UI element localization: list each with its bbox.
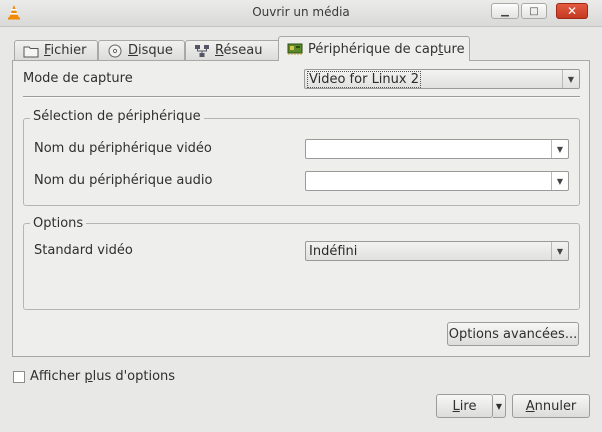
video-device-select[interactable]: ▼: [305, 139, 569, 159]
disc-icon: [108, 44, 122, 57]
title-bar: Ouvrir un média ▁ □ ✕: [0, 0, 602, 27]
video-standard-select[interactable]: Indéfini ▼: [305, 241, 569, 261]
chevron-down-icon: ▼: [495, 401, 503, 411]
minimize-icon: ▁: [501, 5, 509, 17]
play-button-label: Lire: [452, 398, 477, 414]
device-selection-title: Sélection de périphérique: [30, 109, 204, 124]
maximize-icon: □: [529, 5, 539, 17]
options-title: Options: [30, 216, 87, 231]
video-standard-label: Standard vidéo: [34, 243, 133, 258]
video-standard-value: Indéfini: [309, 243, 358, 259]
tab-disc-label: Disque: [128, 43, 173, 58]
capture-mode-label: Mode de capture: [23, 71, 133, 86]
separator: [23, 96, 580, 98]
cancel-button-label: Annuler: [525, 398, 577, 414]
dropdown-arrow-icon: ▼: [551, 172, 568, 190]
advanced-options-button[interactable]: Options avancées...: [447, 322, 579, 346]
capture-card-icon: [287, 43, 303, 55]
dropdown-arrow-icon: ▼: [551, 140, 568, 158]
tab-file[interactable]: Fichier: [14, 40, 98, 60]
minimize-button[interactable]: ▁: [491, 3, 519, 19]
network-icon: [195, 44, 209, 57]
cancel-button[interactable]: Annuler: [512, 394, 590, 418]
more-options-label[interactable]: Afficher plus d'options: [30, 369, 175, 384]
audio-device-label: Nom du périphérique audio: [34, 173, 213, 188]
folder-icon: [23, 46, 39, 57]
tab-network[interactable]: Réseau: [185, 40, 287, 60]
close-icon: ✕: [566, 4, 578, 18]
tab-capture-device-label: Périphérique de capture: [308, 41, 465, 57]
play-button[interactable]: Lire: [436, 394, 493, 418]
capture-mode-select[interactable]: Video for Linux 2 ▼: [304, 69, 580, 89]
audio-device-select[interactable]: ▼: [305, 171, 569, 191]
device-selection-group: [23, 118, 580, 206]
dropdown-arrow-icon: ▼: [562, 70, 579, 88]
more-options-checkbox[interactable]: [13, 371, 25, 383]
play-options-dropdown[interactable]: ▼: [493, 394, 506, 418]
maximize-button[interactable]: □: [521, 3, 547, 19]
close-button[interactable]: ✕: [556, 3, 588, 19]
tab-capture-device[interactable]: Périphérique de capture: [278, 36, 470, 61]
tab-disc[interactable]: Disque: [98, 40, 185, 60]
tab-file-label: Fichier: [44, 43, 87, 58]
dropdown-arrow-icon: ▼: [551, 242, 568, 260]
options-group: [23, 223, 580, 310]
tab-network-label: Réseau: [215, 43, 263, 58]
capture-panel: Mode de capture Video for Linux 2 ▼ Séle…: [12, 60, 590, 357]
capture-mode-value: Video for Linux 2: [307, 70, 421, 88]
video-device-label: Nom du périphérique vidéo: [34, 141, 212, 156]
